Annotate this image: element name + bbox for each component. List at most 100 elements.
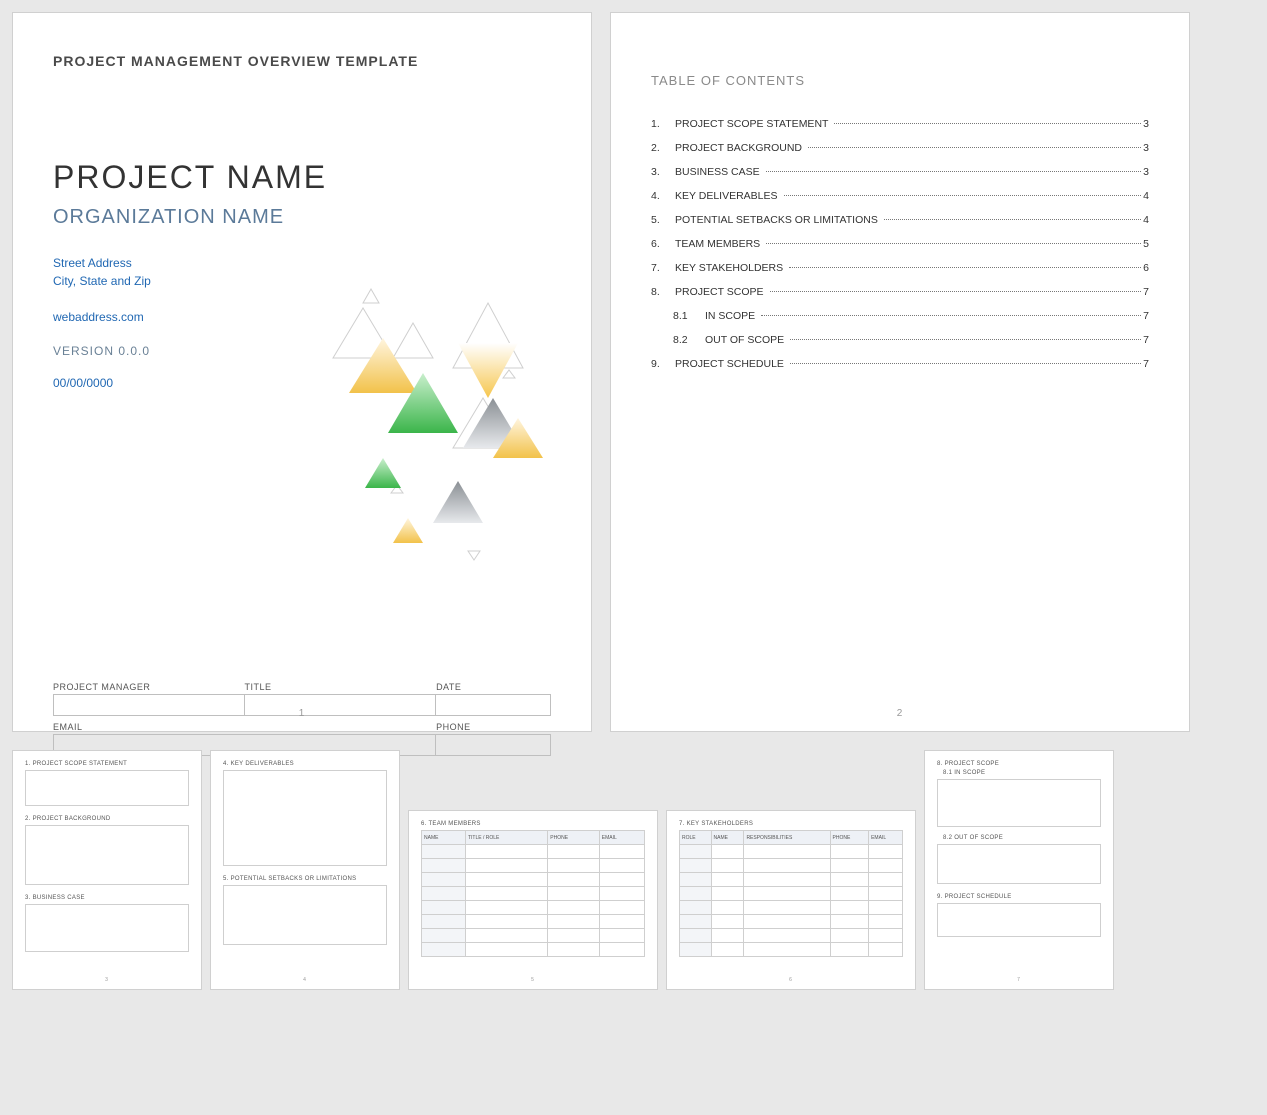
- document-title: PROJECT MANAGEMENT OVERVIEW TEMPLATE: [53, 53, 551, 69]
- toc-page: 7: [1143, 286, 1149, 298]
- toc-text: PROJECT SCOPE: [675, 286, 768, 298]
- toc-leader: [770, 291, 1142, 292]
- page-1: PROJECT MANAGEMENT OVERVIEW TEMPLATE PRO…: [12, 12, 592, 732]
- toc-leader: [884, 219, 1141, 220]
- subsection-heading: 8.2 OUT OF SCOPE: [937, 835, 1101, 841]
- toc-text: KEY DELIVERABLES: [675, 190, 782, 202]
- toc-num: 8.1: [673, 310, 705, 322]
- toc-num: 1.: [651, 118, 675, 130]
- toc-item[interactable]: 2.PROJECT BACKGROUND 3: [651, 142, 1149, 154]
- content-box: [937, 903, 1101, 937]
- city-state-zip: City, State and Zip: [53, 272, 551, 290]
- toc-leader: [790, 363, 1141, 364]
- toc-item[interactable]: 4.KEY DELIVERABLES 4: [651, 190, 1149, 202]
- col-title: TITLE / ROLE: [465, 831, 547, 845]
- col-role: ROLE: [680, 831, 712, 845]
- toc-num: 6.: [651, 238, 675, 250]
- page-3-thumb: 1. PROJECT SCOPE STATEMENT 2. PROJECT BA…: [12, 750, 202, 990]
- project-name: PROJECT NAME: [53, 159, 551, 196]
- content-box: [937, 844, 1101, 884]
- toc-leader: [761, 315, 1141, 316]
- toc-leader: [766, 171, 1142, 172]
- organization-name: ORGANIZATION NAME: [53, 206, 551, 229]
- phone-label: PHONE: [436, 720, 551, 734]
- toc-text: POTENTIAL SETBACKS OR LIMITATIONS: [675, 214, 882, 226]
- toc-num: 8.2: [673, 334, 705, 346]
- stakeholders-table: ROLE NAME RESPONSIBILITIES PHONE EMAIL: [679, 830, 903, 957]
- toc-item[interactable]: 1.PROJECT SCOPE STATEMENT3: [651, 118, 1149, 130]
- page-5-thumb: 6. TEAM MEMBERS NAME TITLE / ROLE PHONE …: [408, 810, 658, 990]
- toc-text: KEY STAKEHOLDERS: [675, 262, 787, 274]
- toc-leader: [784, 195, 1142, 196]
- toc-leader: [789, 267, 1141, 268]
- toc-num: 8.: [651, 286, 675, 298]
- contact-form: PROJECT MANAGER TITLE DATE EMAIL: [53, 680, 551, 760]
- page-4-thumb: 4. KEY DELIVERABLES 5. POTENTIAL SETBACK…: [210, 750, 400, 990]
- toc-num: 7.: [651, 262, 675, 274]
- subsection-heading: 8.1 IN SCOPE: [937, 770, 1101, 776]
- team-members-table: NAME TITLE / ROLE PHONE EMAIL: [421, 830, 645, 957]
- section-heading: 3. BUSINESS CASE: [25, 895, 189, 901]
- col-resp: RESPONSIBILITIES: [744, 831, 830, 845]
- page-number: 2: [611, 708, 1189, 719]
- page-number: 6: [667, 977, 915, 983]
- toc-leader: [808, 147, 1141, 148]
- toc-leader: [834, 123, 1141, 124]
- toc-text: PROJECT BACKGROUND: [675, 142, 806, 154]
- content-box: [25, 770, 189, 806]
- toc-page: 3: [1143, 142, 1149, 154]
- version-label: VERSION 0.0.0: [53, 344, 551, 358]
- toc-page: 7: [1143, 310, 1149, 322]
- section-heading: 5. POTENTIAL SETBACKS OR LIMITATIONS: [223, 876, 387, 882]
- toc-page: 3: [1143, 118, 1149, 130]
- section-heading: 8. PROJECT SCOPE: [937, 761, 1101, 767]
- content-box: [25, 825, 189, 885]
- col-name: NAME: [422, 831, 466, 845]
- toc-page: 4: [1143, 190, 1149, 202]
- section-heading: 7. KEY STAKEHOLDERS: [679, 821, 903, 827]
- toc-item[interactable]: 8.PROJECT SCOPE 7: [651, 286, 1149, 298]
- col-email: EMAIL: [599, 831, 644, 845]
- page-number: 3: [13, 977, 201, 983]
- toc-text: TEAM MEMBERS: [675, 238, 764, 250]
- page-number: 1: [13, 708, 591, 719]
- street-address: Street Address: [53, 254, 551, 272]
- section-heading: 2. PROJECT BACKGROUND: [25, 816, 189, 822]
- toc-text: PROJECT SCHEDULE: [675, 358, 788, 370]
- phone-input[interactable]: [436, 734, 551, 756]
- date-label: 00/00/0000: [53, 376, 551, 390]
- col-name: NAME: [711, 831, 744, 845]
- content-box: [25, 904, 189, 952]
- email-label: EMAIL: [53, 720, 436, 734]
- toc-text: IN SCOPE: [705, 310, 759, 322]
- toc-item[interactable]: 8.1IN SCOPE 7: [651, 310, 1149, 322]
- toc-leader: [766, 243, 1141, 244]
- toc-text: OUT OF SCOPE: [705, 334, 788, 346]
- toc-page: 4: [1143, 214, 1149, 226]
- toc-num: 4.: [651, 190, 675, 202]
- toc-item[interactable]: 5.POTENTIAL SETBACKS OR LIMITATIONS 4: [651, 214, 1149, 226]
- section-heading: 9. PROJECT SCHEDULE: [937, 894, 1101, 900]
- toc-num: 5.: [651, 214, 675, 226]
- toc-page: 6: [1143, 262, 1149, 274]
- toc-page: 7: [1143, 358, 1149, 370]
- page-7-thumb: 8. PROJECT SCOPE 8.1 IN SCOPE 8.2 OUT OF…: [924, 750, 1114, 990]
- toc-page: 3: [1143, 166, 1149, 178]
- toc-item[interactable]: 3.BUSINESS CASE3: [651, 166, 1149, 178]
- date-field-label: DATE: [436, 680, 551, 694]
- section-heading: 6. TEAM MEMBERS: [421, 821, 645, 827]
- toc-page: 7: [1143, 334, 1149, 346]
- col-phone: PHONE: [548, 831, 599, 845]
- toc-heading: TABLE OF CONTENTS: [651, 73, 1149, 88]
- page-number: 5: [409, 977, 657, 983]
- toc-item[interactable]: 9.PROJECT SCHEDULE 7: [651, 358, 1149, 370]
- col-phone: PHONE: [830, 831, 869, 845]
- col-email: EMAIL: [869, 831, 903, 845]
- toc-num: 2.: [651, 142, 675, 154]
- toc-item[interactable]: 6.TEAM MEMBERS5: [651, 238, 1149, 250]
- page-2: TABLE OF CONTENTS 1.PROJECT SCOPE STATEM…: [610, 12, 1190, 732]
- toc-num: 9.: [651, 358, 675, 370]
- toc-item[interactable]: 8.2OUT OF SCOPE 7: [651, 334, 1149, 346]
- page-number: 7: [925, 977, 1113, 983]
- toc-item[interactable]: 7.KEY STAKEHOLDERS 6: [651, 262, 1149, 274]
